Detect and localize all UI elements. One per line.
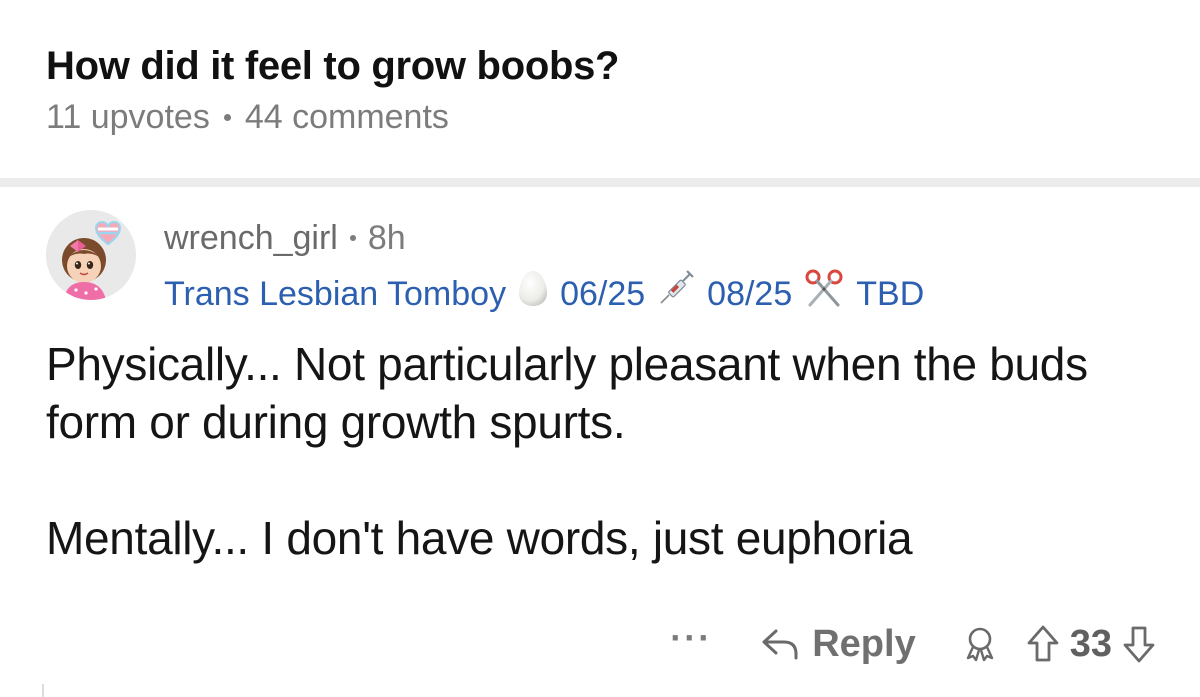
- separator-dot: [223, 113, 231, 121]
- more-options-button[interactable]: ···: [670, 620, 712, 656]
- reply-icon: [762, 629, 798, 660]
- flair-date-2: 08/25: [707, 274, 793, 313]
- vote-controls: 33: [1026, 623, 1156, 666]
- comment-age: 8h: [367, 219, 406, 257]
- post-header: How did it feel to grow boobs? 11 upvote…: [46, 38, 1156, 139]
- flair-date-3: TBD: [856, 274, 925, 313]
- post-title[interactable]: How did it feel to grow boobs?: [46, 38, 1156, 94]
- avatar-image: [46, 210, 136, 300]
- author-name[interactable]: wrench_girl: [164, 216, 338, 260]
- section-divider: [0, 178, 1200, 187]
- vote-count: 33: [1069, 622, 1112, 665]
- user-flair: Trans Lesbian Tomboy 06/25 08/25 TBD: [164, 268, 1174, 319]
- flair-label: Trans Lesbian Tomboy: [164, 274, 507, 313]
- scissors-icon: [804, 268, 844, 319]
- upvote-count: 11 upvotes: [46, 98, 210, 136]
- comment-actions: ··· Reply 33: [670, 614, 1156, 674]
- downvote-icon[interactable]: [1122, 624, 1156, 664]
- syringe-icon: [657, 269, 695, 318]
- reply-button[interactable]: Reply: [760, 622, 916, 666]
- egg-icon: [518, 269, 548, 318]
- comment-body: Physically... Not particularly pleasant …: [46, 335, 1166, 567]
- flair-date-1: 06/25: [560, 274, 646, 313]
- post-meta: 11 upvotes 44 comments: [46, 95, 1156, 139]
- comment-paragraph: Physically... Not particularly pleasant …: [46, 338, 1088, 448]
- avatar[interactable]: [46, 210, 136, 300]
- separator-dot: [349, 235, 356, 241]
- upvote-icon[interactable]: [1026, 624, 1060, 664]
- author-block: wrench_girl 8h Trans Lesbian Tomboy 06/2…: [164, 216, 1174, 319]
- comment-paragraph: Mentally... I don't have words, just eup…: [46, 512, 913, 564]
- award-button[interactable]: [960, 624, 1000, 664]
- author-line: wrench_girl 8h: [164, 216, 1174, 260]
- award-icon: [966, 627, 993, 662]
- comment-count[interactable]: 44 comments: [245, 95, 449, 139]
- reply-label: Reply: [812, 622, 916, 665]
- thread-line: [42, 684, 44, 697]
